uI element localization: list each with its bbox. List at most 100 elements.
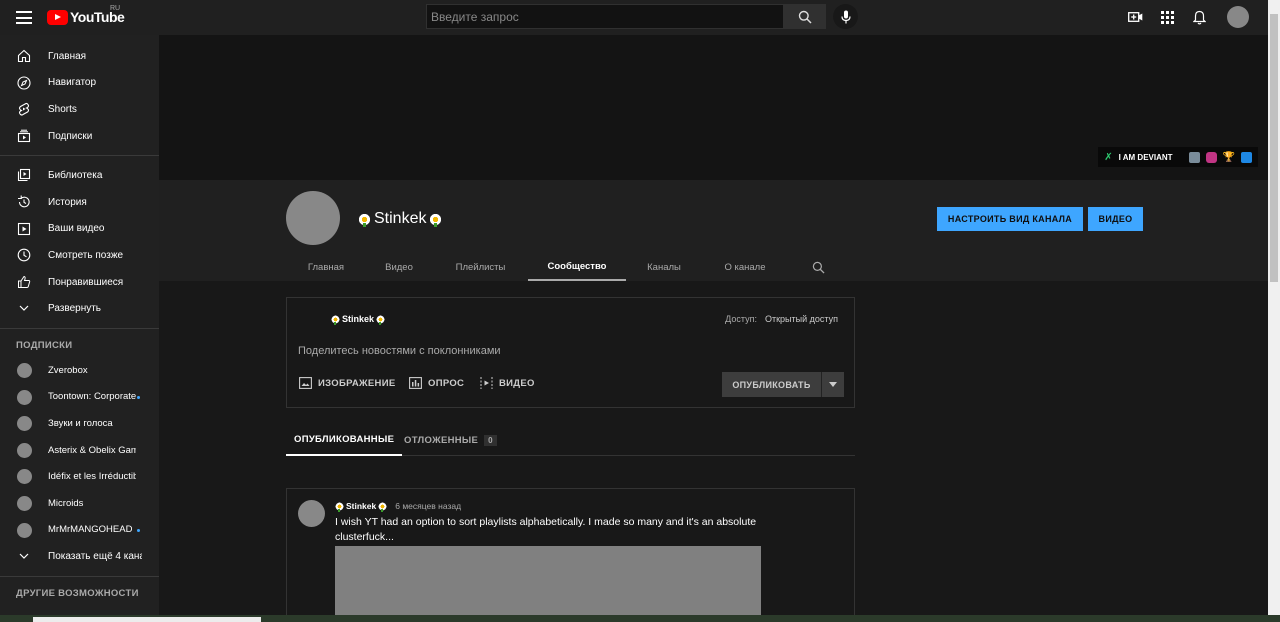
post-composer: Stinkek Доступ: Открытый доступ Поделитес… <box>286 297 855 408</box>
your-videos-icon <box>17 222 31 235</box>
sidebar-item-library[interactable]: Библиотека <box>0 162 159 189</box>
add-image-button[interactable]: ИЗОБРАЖЕНИЕ <box>299 377 395 389</box>
search-button[interactable] <box>784 4 826 29</box>
search-icon <box>798 10 812 24</box>
channel-search-button[interactable] <box>788 254 848 281</box>
subscription-item[interactable]: MrMrMANGOHEAD <box>0 517 159 544</box>
microphone-icon <box>840 10 851 23</box>
manage-videos-button[interactable]: ВИДЕО <box>1088 207 1143 231</box>
add-image-label: ИЗОБРАЖЕНИЕ <box>318 377 396 389</box>
other-section-title: ДРУГИЕ ВОЗМОЖНОСТИ <box>16 588 139 600</box>
sidebar-divider <box>0 575 159 577</box>
tab-home[interactable]: Главная <box>287 254 365 281</box>
sidebar-item-label: Shorts <box>48 103 77 115</box>
channel-avatar-large[interactable] <box>286 191 340 245</box>
sidebar-item-expand[interactable]: Развернуть <box>0 295 159 322</box>
gif-link-icon[interactable] <box>1241 151 1252 163</box>
sidebar-item-watch-later[interactable]: Смотреть позже <box>0 242 159 269</box>
instagram-icon[interactable] <box>1205 151 1217 163</box>
sidebar-item-liked[interactable]: Понравившиеся <box>0 269 159 296</box>
sidebar-item-label: Навигатор <box>48 77 97 89</box>
bell-icon <box>1192 10 1206 24</box>
show-more-subscriptions[interactable]: Показать ещё 4 канала <box>0 543 159 570</box>
post-text: I wish YT had an option to sort playlist… <box>335 516 757 543</box>
post-image[interactable] <box>335 546 761 622</box>
create-video-button[interactable] <box>1127 9 1143 25</box>
tab-playlists[interactable]: Плейлисты <box>433 254 528 281</box>
subscription-item[interactable]: Звуки и голоса <box>0 410 159 437</box>
new-content-dot <box>137 528 140 532</box>
flower-icon <box>378 501 388 512</box>
post-author-name[interactable]: Stinkek <box>346 501 376 511</box>
flower-icon <box>376 314 386 325</box>
menu-icon[interactable] <box>16 11 32 24</box>
user-avatar[interactable] <box>1227 6 1249 28</box>
sidebar-item-label: История <box>48 196 87 208</box>
image-icon <box>299 377 312 389</box>
tab-published[interactable]: ОПУБЛИКОВАННЫЕ <box>286 424 403 456</box>
youtube-play-icon <box>47 9 68 25</box>
chevron-down-icon <box>19 553 29 559</box>
tab-about[interactable]: О канале <box>702 254 788 281</box>
region-label: RU <box>110 5 121 12</box>
notifications-button[interactable] <box>1191 9 1207 25</box>
sidebar-item-history[interactable]: История <box>0 189 159 216</box>
subscription-label: Microids <box>48 497 84 509</box>
taskbar-search-field[interactable] <box>33 617 261 622</box>
post-timestamp[interactable]: 6 месяцев назад <box>395 501 461 511</box>
sidebar-item-shorts[interactable]: Shorts <box>0 96 159 123</box>
sidebar-item-your-videos[interactable]: Ваши видео <box>0 216 159 243</box>
search-box <box>426 4 784 29</box>
tab-community[interactable]: Сообщество <box>528 254 626 281</box>
add-poll-button[interactable]: ОПРОС <box>409 377 464 389</box>
sidebar-item-label: Понравившиеся <box>48 276 124 288</box>
tab-scheduled[interactable]: ОТЛОЖЕННЫЕ 0 <box>404 424 497 456</box>
trophy-icon[interactable]: 🏆 <box>1223 152 1235 163</box>
flower-icon <box>335 501 344 512</box>
subscriptions-section-title: ПОДПИСКИ <box>16 340 73 352</box>
tab-videos[interactable]: Видео <box>365 254 433 281</box>
subscription-item[interactable]: Microids <box>0 490 159 517</box>
channel-name: Stinkek <box>358 210 443 228</box>
access-value[interactable]: Открытый доступ <box>765 314 838 324</box>
subscription-item[interactable]: Idéfix et les Irréductibles <box>0 463 159 490</box>
subscription-label: Звуки и голоса <box>48 417 113 429</box>
sidebar-item-label: Главная <box>48 50 87 62</box>
scrollbar-thumb[interactable] <box>1270 14 1278 282</box>
subscription-item[interactable]: Zverobox <box>0 357 159 384</box>
publish-options-dropdown[interactable] <box>822 372 844 397</box>
youtube-logo[interactable]: YouTube RU <box>47 5 125 25</box>
add-poll-label: ОПРОС <box>428 377 465 389</box>
voice-search-button[interactable] <box>833 4 858 29</box>
post-text-input[interactable]: Поделитесь новостями с поклонниками <box>298 345 501 357</box>
sidebar-item-label: Библиотека <box>48 170 103 182</box>
banner-link-text[interactable]: I AM DEVIANT <box>1119 153 1173 162</box>
sidebar-item-label: Подписки <box>48 130 93 142</box>
create-video-icon <box>1127 12 1142 22</box>
access-selector[interactable]: Доступ: Открытый доступ <box>725 314 838 324</box>
apps-button[interactable] <box>1159 9 1175 25</box>
subscription-label: Zverobox <box>48 364 88 376</box>
image-link-icon[interactable] <box>1188 151 1200 163</box>
channel-avatar <box>17 495 32 511</box>
sidebar-item-home[interactable]: Главная <box>0 43 159 70</box>
publish-button[interactable]: ОПУБЛИКОВАТЬ <box>722 372 822 397</box>
post-author-avatar[interactable] <box>298 500 325 527</box>
add-video-button[interactable]: ВИДЕО <box>480 377 535 389</box>
subscription-label: Asterix & Obelix Games <box>48 444 136 456</box>
subscription-item[interactable]: Toontown: Corporate Clash <box>0 384 159 411</box>
subscription-item[interactable]: Asterix & Obelix Games <box>0 437 159 464</box>
composer-author-name: Stinkek <box>342 314 375 324</box>
customize-channel-button[interactable]: НАСТРОИТЬ ВИД КАНАЛА <box>937 207 1083 231</box>
sidebar-item-subscriptions[interactable]: Подписки <box>0 123 159 150</box>
page-scrollbar[interactable] <box>1268 0 1280 615</box>
search-input[interactable] <box>431 9 783 24</box>
subscriptions-icon <box>17 129 31 142</box>
channel-avatar <box>17 469 32 485</box>
sidebar-item-label: Смотреть позже <box>48 249 124 261</box>
channel-avatar <box>17 442 32 458</box>
channel-header: Stinkek НАСТРОИТЬ ВИД КАНАЛА ВИДЕО Главн… <box>159 180 1268 281</box>
tab-channels[interactable]: Каналы <box>626 254 702 281</box>
deviantart-icon[interactable]: ✗ <box>1104 152 1112 163</box>
sidebar-item-explore[interactable]: Навигатор <box>0 70 159 97</box>
